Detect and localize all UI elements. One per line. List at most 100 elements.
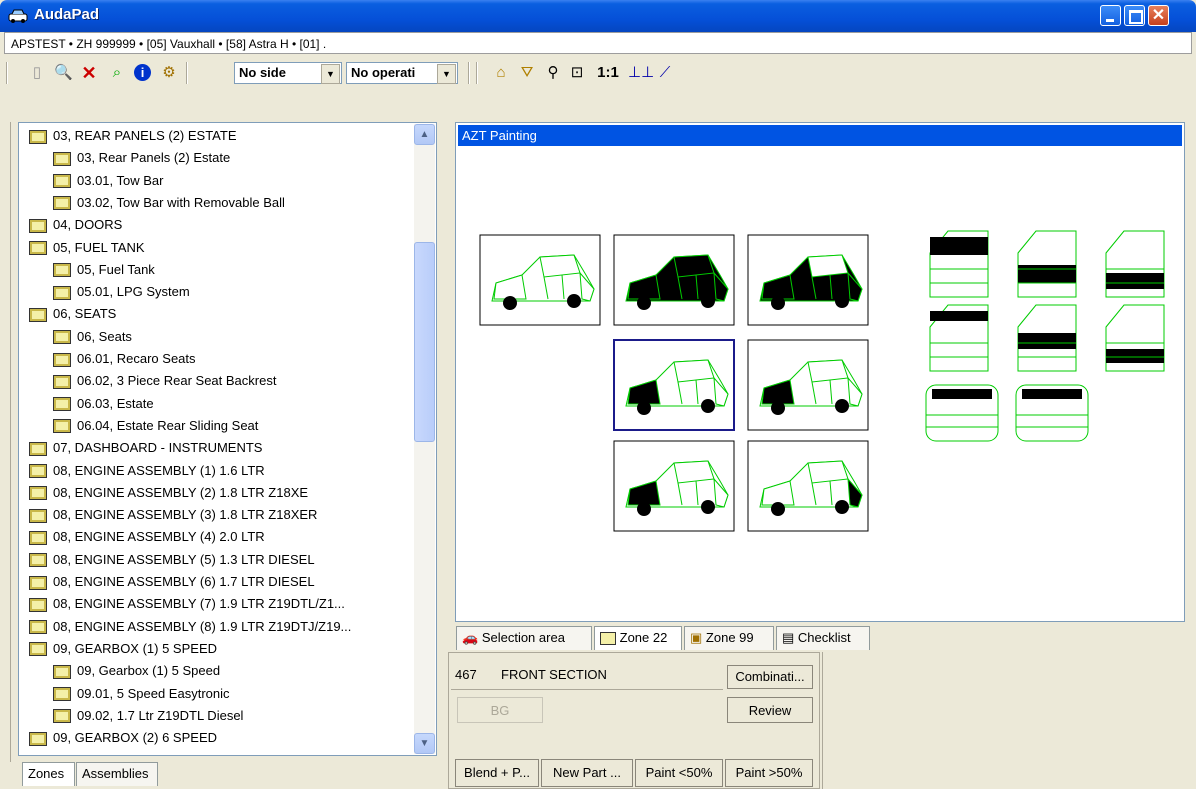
scroll-thumb[interactable] [414,242,435,442]
tree-item[interactable]: 08, ENGINE ASSEMBLY (3) 1.8 LTR Z18XER [29,504,317,526]
delete-icon[interactable]: ✕ [80,64,98,82]
zones-tree[interactable]: 03, REAR PANELS (2) ESTATE 03, Rear Panel… [18,122,437,756]
car-view-thumbnail[interactable] [613,440,735,532]
tree-item[interactable]: 08, ENGINE ASSEMBLY (7) 1.9 LTR Z19DTL/Z… [29,593,345,615]
car-view-thumbnail[interactable] [613,339,735,431]
operation-select[interactable]: No operati ▼ [346,62,458,84]
settings-icon[interactable]: ⚙ [160,64,178,82]
side-select[interactable]: No side ▼ [234,62,342,84]
car-view-thumbnail[interactable] [747,339,869,431]
tree-item[interactable]: 03, Rear Panels (2) Estate [53,147,230,169]
door-panel-diagram[interactable] [1017,304,1077,372]
tree-item[interactable]: 08, ENGINE ASSEMBLY (1) 1.6 LTR [29,460,265,482]
close-button[interactable]: ✕ [1148,5,1169,26]
new-document-icon[interactable]: ▯ [28,64,46,82]
new-part-button[interactable]: New Part ... [541,759,633,787]
tab-zone-22[interactable]: Zone 22 [594,626,682,650]
tree-item[interactable]: 04, DOORS [29,214,122,236]
zoom-area-icon[interactable]: ⊡ [568,64,586,82]
scroll-down-button[interactable]: ▼ [414,733,435,754]
tree-item-label: 08, ENGINE ASSEMBLY (7) 1.9 LTR Z19DTL/Z… [53,596,345,612]
combination-button[interactable]: Combinati... [727,665,813,689]
door-panel-diagram[interactable] [1017,230,1077,298]
chevron-down-icon[interactable]: ▼ [321,64,340,84]
tailgate-diagram[interactable] [925,384,999,442]
tree-item[interactable]: 03.02, Tow Bar with Removable Ball [53,192,285,214]
tree-item[interactable]: 06, Seats [53,326,132,348]
door-panel-diagram[interactable] [929,230,989,298]
door-panel-diagram[interactable] [1105,304,1165,372]
tree-item[interactable]: 05.01, LPG System [53,281,190,303]
tree-item[interactable]: 05, Fuel Tank [53,259,155,281]
tab-zones-label: Zones [28,766,65,781]
title-bar[interactable]: AudaPad ✕ [0,0,1196,32]
tab-zone-99[interactable]: ▣ Zone 99 [684,626,774,650]
tree-item[interactable]: 06.02, 3 Piece Rear Seat Backrest [53,370,276,392]
car-view-thumbnail[interactable] [747,440,869,532]
tree-item[interactable]: 09, GEARBOX (1) 5 SPEED [29,638,217,660]
zone-icon [600,632,616,646]
tab-selection-area[interactable]: 🚗 Selection area [456,626,592,650]
actual-size-button[interactable]: 1:1 [594,64,622,82]
maximize-button[interactable] [1124,5,1145,26]
scroll-up-button[interactable]: ▲ [414,124,435,145]
info-icon[interactable]: i [134,64,152,82]
minimize-button[interactable] [1100,5,1121,26]
tree-item[interactable]: 05, FUEL TANK [29,237,145,259]
car-diagram-canvas[interactable] [456,147,1182,617]
tree-item-label: 08, ENGINE ASSEMBLY (5) 1.3 LTR DIESEL [53,551,315,567]
tab-zones[interactable]: Zones [22,762,75,786]
funnel-icon[interactable]: ⛛ [518,64,536,82]
tree-item-label: 08, ENGINE ASSEMBLY (1) 1.6 LTR [53,462,265,478]
tree-item[interactable]: 08, ENGINE ASSEMBLY (8) 1.9 LTR Z19DTJ/Z… [29,616,351,638]
car-view-thumbnail[interactable] [747,234,869,326]
search-document-icon[interactable]: 🔍 [54,64,73,82]
tree-item[interactable]: 07, DASHBOARD - INSTRUMENTS [29,437,262,459]
bg-button[interactable]: BG [457,697,543,723]
tree-item[interactable]: 06.01, Recaro Seats [53,348,196,370]
zone-code: 467 [455,667,477,682]
house-icon[interactable]: ⌂ [492,64,510,82]
zone-folder-icon [53,709,71,724]
tab-checklist[interactable]: ▤ Checklist [776,626,870,650]
align-icon[interactable]: ⊥⊥ [628,64,654,82]
tree-item[interactable]: 09, GEARBOX (2) 6 SPEED [29,727,217,749]
tree-item[interactable]: 09.02, 1.7 Ltr Z19DTL Diesel [53,705,243,727]
tree-item[interactable]: 03, REAR PANELS (2) ESTATE [29,125,237,147]
zone-folder-icon [29,486,47,501]
paint-more-50-button[interactable]: Paint >50% [725,759,813,787]
tree-item[interactable]: 03.01, Tow Bar [53,170,163,192]
tailgate-diagram[interactable] [1015,384,1089,442]
tree-item-label: 04, DOORS [53,217,123,233]
tree-item[interactable]: 06.03, Estate [53,393,154,415]
tree-item-label: 08, ENGINE ASSEMBLY (6) 1.7 LTR DIESEL [53,574,315,589]
car-view-thumbnail[interactable] [479,234,601,326]
measure-icon[interactable]: ⟋ [656,64,674,82]
tree-item-label: 06, Seats [77,328,132,344]
zone-folder-icon [29,241,47,256]
tree-item[interactable]: 06.04, Estate Rear Sliding Seat [53,415,258,437]
tree-item[interactable]: 09, Gearbox (1) 5 Speed [53,660,220,682]
review-button[interactable]: Review [727,697,813,723]
zoom-icon[interactable]: ⚲ [544,64,562,82]
tree-item-label: 05, FUEL TANK [53,239,145,255]
chevron-down-icon[interactable]: ▼ [437,64,456,84]
tab-zone-22-label: Zone 22 [619,630,668,645]
car-view-thumbnail[interactable] [613,234,735,326]
find-part-icon[interactable]: ⌕ [108,64,126,82]
tree-item[interactable]: 08, ENGINE ASSEMBLY (2) 1.8 LTR Z18XE [29,482,308,504]
tree-item[interactable]: 06, SEATS [29,303,116,325]
tab-assemblies[interactable]: Assemblies [76,762,158,786]
tree-item[interactable]: 08, ENGINE ASSEMBLY (5) 1.3 LTR DIESEL [29,549,315,571]
door-panel-diagram[interactable] [929,304,989,372]
blend-paint-button[interactable]: Blend + P... [455,759,539,787]
door-panel-diagram[interactable] [1105,230,1165,298]
tree-item[interactable]: 08, ENGINE ASSEMBLY (6) 1.7 LTR DIESEL [29,571,315,593]
tree-item[interactable]: 09.01, 5 Speed Easytronic [53,683,230,705]
zone-folder-icon [53,330,71,345]
paint-less-50-button[interactable]: Paint <50% [635,759,723,787]
tree-scrollbar[interactable]: ▲ ▼ [414,124,435,754]
maximize-icon [1129,10,1143,24]
tree-item-label: 03.01, Tow Bar [77,172,164,188]
tree-item[interactable]: 08, ENGINE ASSEMBLY (4) 2.0 LTR [29,526,265,548]
